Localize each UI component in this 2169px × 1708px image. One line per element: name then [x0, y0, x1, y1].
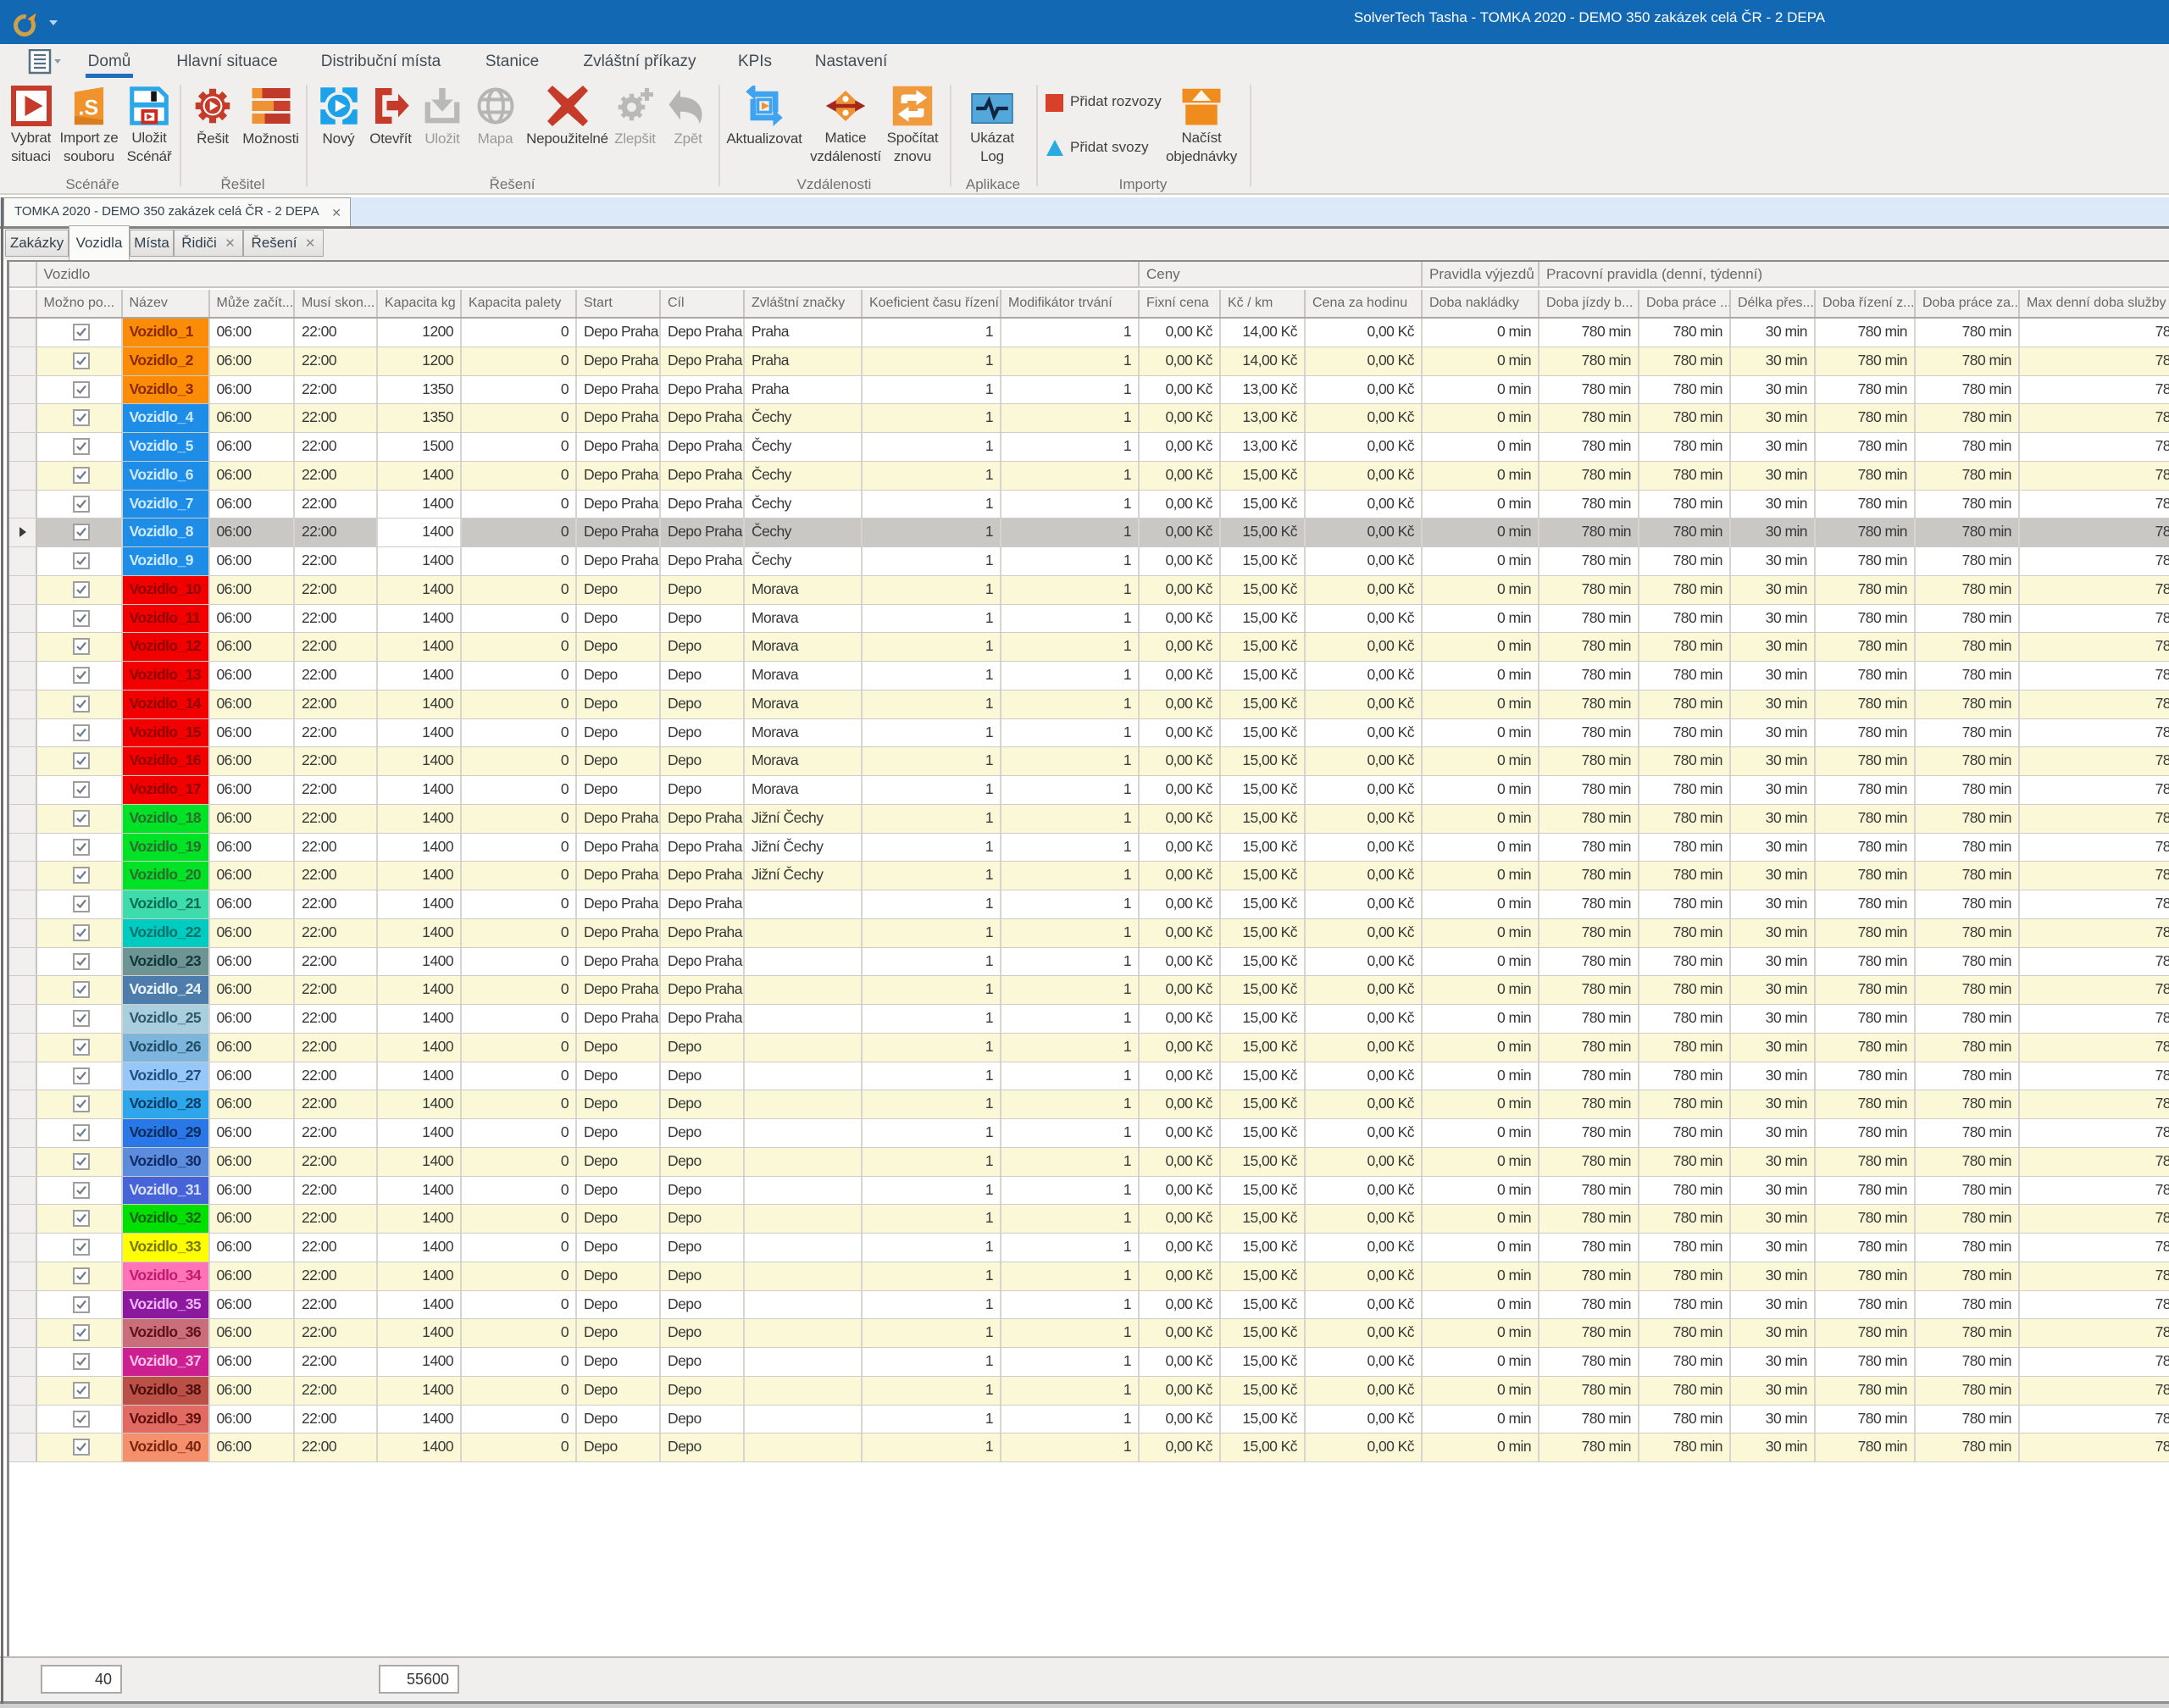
- svg-text:.S: .S: [78, 96, 98, 119]
